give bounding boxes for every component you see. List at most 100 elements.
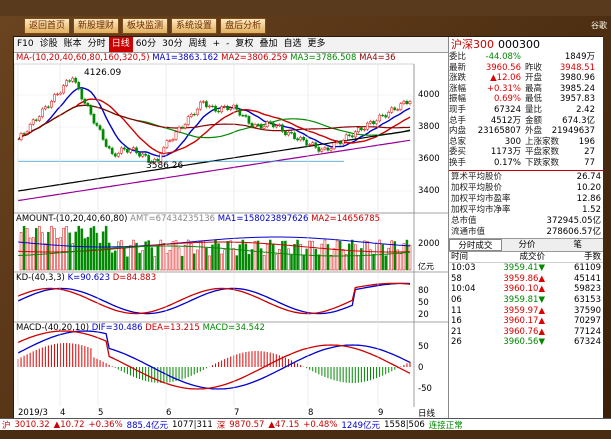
status-item: 1077|311 — [172, 420, 213, 430]
candle-body — [101, 129, 105, 140]
nav-sector-button[interactable]: 板块监测 — [122, 18, 169, 34]
candle-body — [171, 139, 175, 141]
amount-bar — [120, 240, 123, 271]
candle-body — [381, 114, 385, 117]
x-axis-label: 4 — [60, 408, 65, 418]
tab-price-volume[interactable]: 分价 — [502, 239, 553, 251]
nav-ipo-button[interactable]: 新股理财 — [73, 18, 120, 34]
nav-settings-button[interactable]: 系统设置 — [171, 18, 218, 34]
candle-body — [305, 139, 309, 146]
quote-field-label: 平盘家数 — [525, 147, 560, 158]
amount-bar — [110, 252, 114, 271]
amount-bar — [183, 244, 187, 271]
quote-header: 沪深300 000300 — [449, 37, 603, 52]
amount-bar — [41, 232, 44, 271]
trade-time: 58 — [451, 273, 462, 284]
candle-body — [202, 101, 205, 103]
high-annotation: 4126.09 — [84, 68, 121, 78]
quote-field-label: 总手 — [449, 115, 467, 126]
candle-body — [241, 115, 245, 117]
kline-chart[interactable]: 2019/3 4 5 6 7 8 9 4126.09 3586.26 — [14, 37, 448, 418]
candle-body — [332, 142, 336, 150]
quote-field-label: 上涨家数 — [525, 136, 560, 147]
price-tick-4000: 4000 — [418, 90, 440, 100]
amount-bar — [262, 255, 266, 271]
quote-row: 振幅 0.69% 最低 3957.83 — [449, 94, 603, 105]
x-axis-label: 5 — [98, 408, 103, 418]
candle-body — [253, 124, 257, 128]
candle-body — [402, 100, 406, 104]
nav-home-button[interactable]: 返回首页 — [24, 18, 71, 34]
amount-bar — [132, 239, 135, 271]
candle-body — [287, 132, 290, 136]
quote-field-label: 最低 — [525, 94, 543, 105]
quote-field-value: 3960.56 — [485, 62, 521, 73]
tab-ticks[interactable]: 笔 — [552, 239, 603, 251]
kd-k-value: K=90.623 — [67, 273, 111, 283]
amount-bar — [141, 250, 144, 271]
candle-body — [350, 135, 354, 138]
quote-field-label: 下跌家数 — [525, 157, 560, 168]
stat-row: 总市值 372945.05亿 — [449, 216, 603, 227]
candle-body — [387, 112, 391, 118]
candle-body — [323, 147, 327, 150]
candle-body — [390, 107, 394, 113]
trade-time: 21 — [451, 326, 462, 337]
nav-analysis-button[interactable]: 盘后分析 — [220, 18, 267, 34]
trade-row: 10:04 3960.10▲ 59823 — [449, 284, 603, 295]
stat-label: 加权平均市净率 — [451, 204, 511, 215]
candle-body — [344, 134, 348, 141]
kd-legend: KD-(40,3,3) K=90.623 D=84.883 — [16, 273, 404, 284]
candle-body — [353, 131, 357, 138]
quote-field-label: 最新 — [449, 62, 467, 73]
quote-field-label — [521, 52, 551, 63]
macd-axis: -50 — [418, 384, 432, 394]
price-axis: 3400 — [418, 186, 440, 196]
status-item: 9870.57 — [229, 420, 265, 430]
trade-volume: 61109 — [573, 263, 601, 274]
macd-dea-value: DEA=13.215 — [145, 323, 200, 333]
candle-body — [369, 121, 372, 124]
macd-axis: 0 — [418, 363, 423, 373]
candle-body — [132, 147, 135, 150]
candle-body — [217, 110, 220, 113]
candle-body — [168, 140, 172, 142]
tab-trades[interactable]: 分时成交 — [449, 238, 502, 251]
candle-body — [65, 80, 68, 86]
amount-bar — [387, 247, 390, 271]
amount-bar — [268, 239, 272, 271]
candle-body — [271, 122, 275, 128]
amount-bar — [92, 226, 96, 271]
quote-rows: 委比 -44.08% 1849万 最新 3960.56 昨收 3948.51 涨跌 ▲12.06… — [449, 52, 603, 169]
amount-bar — [381, 244, 384, 271]
quote-row: 委买 1173万 平盘家数 27 — [449, 147, 603, 158]
candle-body — [250, 123, 254, 128]
quote-field-value: 196 — [578, 136, 595, 147]
x-axis-label: 8 — [308, 408, 313, 418]
amount-bar — [86, 236, 90, 271]
amount-bar — [275, 254, 278, 271]
trade-price: 3960.10▲ — [503, 284, 545, 295]
low-annotation: 3586.26 — [146, 161, 183, 171]
kd-tick-50: 50 — [418, 298, 429, 308]
amount-bar — [196, 249, 199, 271]
trade-tabs: 分时成交 分价 笔 — [449, 237, 603, 252]
macd-tick-neg50: -50 — [418, 384, 432, 394]
candle-body — [186, 116, 190, 125]
candle-body — [256, 124, 260, 126]
candle-body — [268, 121, 272, 124]
quote-name[interactable]: 沪深300 — [451, 37, 494, 52]
trade-list[interactable]: 10:03 3959.41▼ 61109 58 3959.86▲ 45141 10:04 39… — [449, 263, 603, 348]
candle-body — [71, 77, 75, 82]
candle-body — [195, 108, 199, 115]
amount-bar — [22, 226, 26, 271]
quote-field-value: 674.3亿 — [562, 115, 595, 126]
amount-bar — [129, 245, 132, 271]
candle-body — [366, 122, 369, 130]
amount-bar — [278, 248, 281, 271]
trade-time: 06 — [451, 294, 462, 305]
trade-row: 11 3959.97▲ 37590 — [449, 306, 603, 317]
candle-body — [89, 105, 93, 115]
quote-field-value: 0.17% — [493, 157, 521, 168]
quote-field-value: 67324 — [493, 104, 521, 115]
